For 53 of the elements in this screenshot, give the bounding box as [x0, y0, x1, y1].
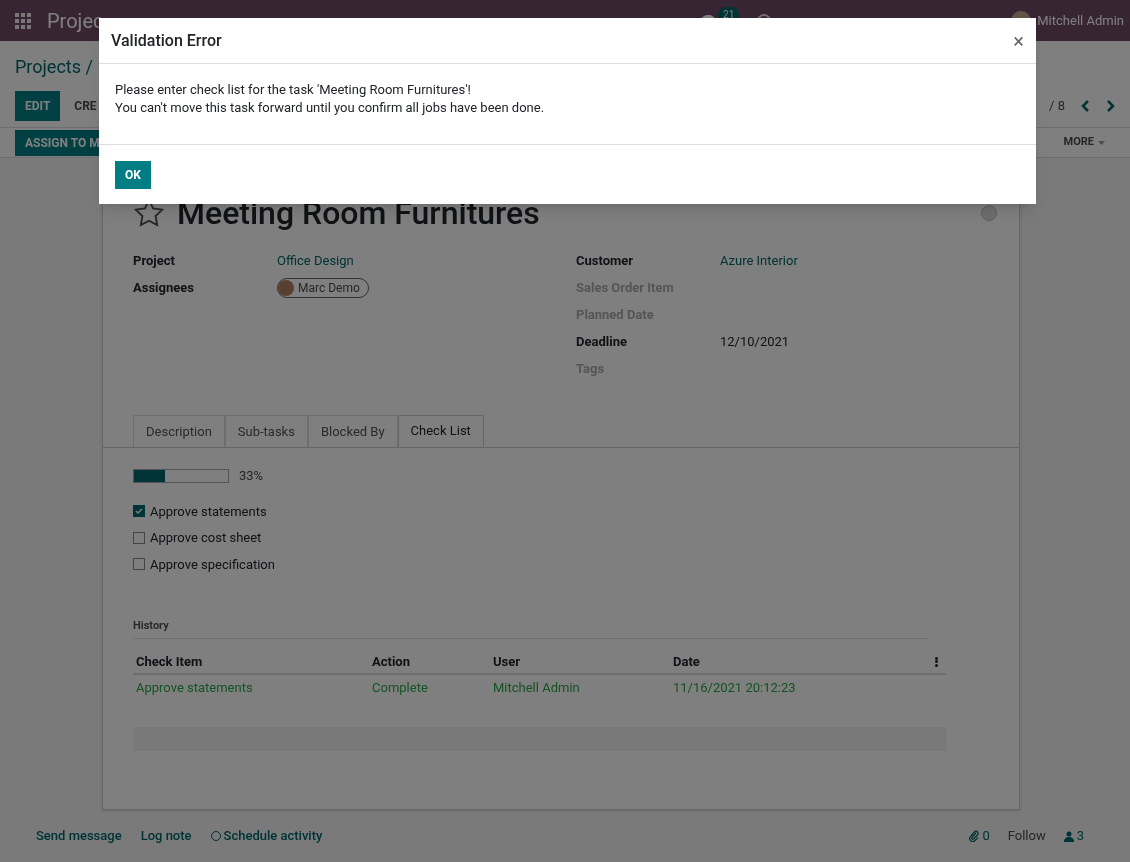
field-link[interactable]: Office Design	[277, 250, 354, 271]
edit-button[interactable]: EDIT	[15, 91, 61, 121]
field-label: Project	[133, 251, 176, 270]
person-icon	[1063, 830, 1074, 842]
user-menu[interactable]: Mitchell Admin	[1037, 10, 1124, 31]
field-value: 12/10/2021	[720, 332, 790, 351]
close-button[interactable]: ×	[1013, 30, 1024, 51]
paperclip-icon	[969, 830, 980, 843]
task-title: Meeting Room Furnitures	[177, 197, 540, 229]
column-header: Action	[372, 652, 411, 671]
checkbox[interactable]	[133, 531, 145, 544]
more-options-icon[interactable]	[935, 656, 939, 667]
field-label: Customer	[576, 251, 635, 270]
create-button[interactable]: CRE	[60, 91, 111, 121]
ok-button[interactable]: OK	[115, 160, 151, 189]
table-cell-text: 11/16/2021 20:12:23	[673, 678, 797, 697]
user-avatar	[278, 279, 294, 296]
checkbox[interactable]	[133, 558, 145, 571]
column-header: Check Item	[136, 652, 204, 671]
field-link[interactable]: Azure Interior	[720, 250, 798, 271]
followers-button[interactable]: 3	[1063, 826, 1084, 846]
tab[interactable]: Check List	[397, 415, 484, 447]
table-cell-text: Mitchell Admin	[493, 678, 581, 697]
field-label: Deadline	[576, 332, 628, 351]
apps-menu-icon[interactable]	[15, 12, 31, 29]
pager-counter: / 8	[1049, 97, 1065, 116]
attachments-button[interactable]: 0	[969, 826, 990, 846]
checklist-item-label: Approve cost sheet	[150, 529, 262, 547]
history-label: History	[133, 618, 928, 639]
tab[interactable]: Sub-tasks	[224, 415, 308, 447]
checkbox[interactable]	[133, 505, 145, 518]
caret-icon	[1098, 140, 1105, 145]
dialog-title: Validation Error	[111, 29, 222, 52]
chatter-action[interactable]: Log note	[140, 826, 192, 846]
more-button[interactable]: MORE	[1063, 134, 1115, 151]
follow-button[interactable]: Follow	[1007, 826, 1046, 846]
table-cell-text: Approve statements	[136, 678, 254, 697]
checklist-item-label: Approve specification	[150, 555, 275, 574]
progress-percentage: 33%	[239, 467, 264, 485]
next-icon[interactable]	[1106, 100, 1115, 112]
error-message: You can't move this task forward until you confirm all jobs have been done.	[115, 99, 546, 117]
tab[interactable]: Blocked By	[307, 415, 398, 447]
field-label: Assignees	[133, 278, 195, 297]
previous-icon[interactable]	[1081, 100, 1090, 112]
table-cell-text: Complete	[372, 678, 429, 697]
tab[interactable]: Description	[133, 415, 225, 447]
column-header: Date	[673, 652, 701, 671]
chatter-action[interactable]: Send message	[36, 826, 122, 846]
error-message: Please enter check list for the task 'Meeting Room Furnitures'!	[115, 81, 472, 99]
column-header: User	[493, 652, 522, 671]
app-title[interactable]: Projec	[47, 5, 104, 36]
chatter-action[interactable]: Schedule activity	[210, 826, 323, 846]
checklist-item-label: Approve statements	[150, 502, 267, 521]
